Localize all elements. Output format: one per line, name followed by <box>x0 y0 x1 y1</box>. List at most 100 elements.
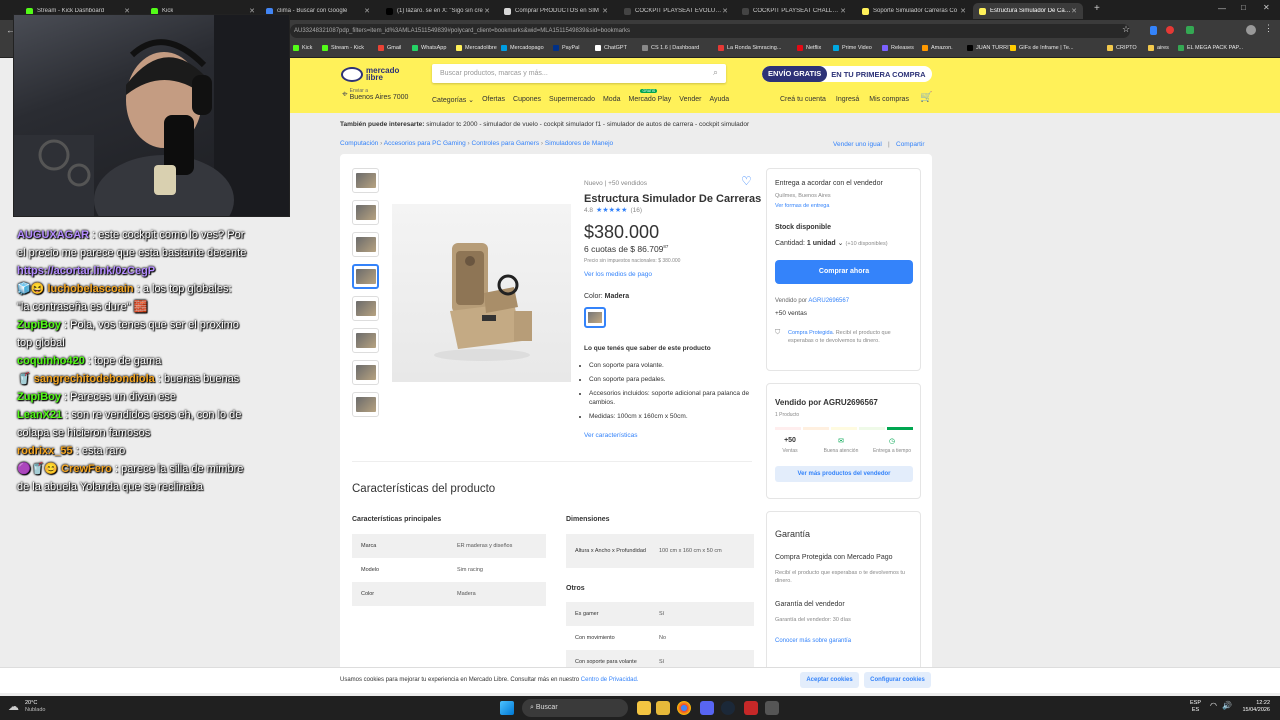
bookmark-item[interactable]: Amazon. <box>922 45 953 51</box>
app-icon[interactable] <box>744 701 758 715</box>
account-link[interactable]: Creá tu cuenta <box>780 96 826 103</box>
extension-icon[interactable] <box>1150 26 1157 35</box>
file-explorer-icon[interactable] <box>637 701 651 715</box>
weather-widget[interactable]: 20°C Nublado <box>25 700 46 714</box>
location-selector[interactable]: ⌖ Enviar a Buenos Aires 7000 <box>342 88 408 101</box>
close-window-icon[interactable]: ✕ <box>1263 3 1270 12</box>
bookmark-item[interactable]: Gmail <box>378 45 401 51</box>
breadcrumb-link[interactable]: Accesorios para PC Gaming <box>384 140 466 147</box>
new-tab-icon[interactable]: + <box>1094 3 1100 14</box>
nav-item[interactable]: Mercado Play GRATIS <box>628 89 671 104</box>
nav-item[interactable]: Supermercado <box>549 96 595 104</box>
image-thumbnail[interactable] <box>352 232 379 257</box>
chat-username[interactable]: luchobelascoain <box>47 283 133 295</box>
delivery-options-link[interactable]: Ver formas de entrega <box>775 203 829 209</box>
nav-item[interactable]: Cupones <box>513 96 541 104</box>
clock[interactable]: 12:22 15/04/2026 <box>1236 700 1270 714</box>
menu-kebab-icon[interactable]: ⋮ <box>1264 23 1273 34</box>
chat-username[interactable]: AUGUXAGAR <box>17 229 89 241</box>
chat-username[interactable]: ZupiBoy <box>17 319 61 331</box>
bookmark-star-icon[interactable]: ☆ <box>1122 24 1130 35</box>
bookmark-item[interactable]: JUAN TURRITO <box>967 45 1016 51</box>
favorite-heart-icon[interactable]: ♡ <box>741 174 752 188</box>
bookmark-item[interactable]: GIFs de Inframe | Te... <box>1010 45 1074 51</box>
image-thumbnail[interactable] <box>352 328 379 353</box>
image-thumbnail[interactable] <box>352 200 379 225</box>
tab-close-icon[interactable]: ✕ <box>484 7 490 15</box>
chat-username[interactable]: ZupiBoy <box>17 391 61 403</box>
image-thumbnail[interactable] <box>352 392 379 417</box>
chat-username[interactable]: LeanX21 <box>17 409 62 421</box>
bookmark-item[interactable]: Mercadopago <box>501 45 544 51</box>
bookmark-item[interactable]: Stream - Kick <box>322 45 364 51</box>
image-thumbnail[interactable] <box>352 168 379 193</box>
breadcrumb-link[interactable]: Computación <box>340 140 378 147</box>
ml-logo[interactable]: mercado libre <box>341 64 411 84</box>
bookmark-item[interactable]: La Ronda Simracing... <box>718 45 781 51</box>
bookmark-item[interactable]: Mercadolibre <box>456 45 497 51</box>
image-thumbnail[interactable] <box>352 360 379 385</box>
nav-item[interactable]: Moda <box>603 96 621 104</box>
seller-link[interactable]: AGRU2696567 <box>808 298 849 304</box>
warranty-more-link[interactable]: Conocer más sobre garantía <box>775 638 851 644</box>
see-features-link[interactable]: Ver características <box>584 432 637 439</box>
bookmark-item[interactable]: WhatsApp <box>412 45 446 51</box>
tab-close-icon[interactable]: ✕ <box>1071 7 1077 15</box>
app-icon[interactable] <box>765 701 779 715</box>
tab-close-icon[interactable]: ✕ <box>602 7 608 15</box>
language-indicator[interactable]: ESP ES <box>1190 700 1201 714</box>
breadcrumb-link[interactable]: Controles para Gamers <box>472 140 540 147</box>
extension-icon[interactable] <box>1166 26 1174 34</box>
configure-cookies-button[interactable]: Configurar cookies <box>864 672 931 688</box>
share-link[interactable]: Compartir <box>896 141 925 148</box>
bookmark-item[interactable]: EL MEGA PACK PAP... <box>1178 45 1243 51</box>
nav-item[interactable]: Vender <box>679 96 701 104</box>
profile-avatar[interactable] <box>1246 25 1256 35</box>
account-link[interactable]: Mis compras <box>869 96 909 103</box>
privacy-center-link[interactable]: Centro de Privacidad. <box>581 677 639 683</box>
account-link[interactable]: Ingresá <box>836 96 859 103</box>
minimize-icon[interactable]: — <box>1218 4 1226 13</box>
payment-methods-link[interactable]: Ver los medios de pago <box>584 271 652 278</box>
search-input[interactable]: Buscar productos, marcas y más... <box>440 70 548 77</box>
tab-close-icon[interactable]: ✕ <box>364 7 370 15</box>
browser-tab[interactable]: COCKPIT PLAYSEAT EVOLUTIO ✕ <box>618 3 734 19</box>
bookmark-item[interactable]: Prime Video <box>833 45 872 51</box>
promo-banner[interactable]: ENVÍO GRATIS EN TU PRIMERA COMPRA <box>762 66 932 82</box>
bookmark-item[interactable]: Netflix <box>797 45 821 51</box>
browser-tab[interactable]: Comprar PRODUCTOS en SIM ✕ <box>498 3 614 19</box>
discord-icon[interactable] <box>700 701 714 715</box>
nav-item[interactable]: Ayuda <box>709 96 729 104</box>
chat-username[interactable]: CrewFero <box>61 463 112 475</box>
chrome-icon[interactable] <box>677 701 691 715</box>
url-field[interactable]: AU33248321087pdp_filters=item_id%3AMLA15… <box>290 24 1130 38</box>
image-thumbnail[interactable] <box>352 296 379 321</box>
browser-tab[interactable]: (1) lázaro. se en X: "Sigo sin cre ✕ <box>380 3 496 19</box>
quantity-selector[interactable]: Cantidad: 1 unidad ⌄ (+10 disponibles) <box>775 239 888 247</box>
bookmark-item[interactable]: PayPal <box>553 45 579 51</box>
weather-cloud-icon[interactable]: ☁ <box>8 700 19 713</box>
buy-now-button[interactable]: Comprar ahora <box>775 260 913 284</box>
bookmark-item[interactable]: CRIPTO <box>1107 45 1137 51</box>
chat-username[interactable]: rodrixx_55 <box>17 445 73 457</box>
browser-tab[interactable]: COCKPIT PLAYSEAT CHALLENG ✕ <box>736 3 852 19</box>
file-manager-icon[interactable] <box>656 701 670 715</box>
more-seller-products-button[interactable]: Ver más productos del vendedor <box>775 466 913 482</box>
bookmark-item[interactable]: Kick <box>293 45 312 51</box>
tab-close-icon[interactable]: ✕ <box>722 7 728 15</box>
maximize-icon[interactable]: □ <box>1241 3 1246 12</box>
browser-tab[interactable]: Estructura Simulador De Carre ✕ <box>973 3 1083 19</box>
search-box[interactable]: Buscar productos, marcas y más... ⌕ <box>432 64 726 83</box>
cart-icon[interactable]: 🛒 <box>920 92 932 103</box>
bookmark-item[interactable]: aires <box>1148 45 1169 51</box>
bookmark-item[interactable]: CS 1.6 | Dashboard <box>642 45 699 51</box>
volume-icon[interactable]: 🔊 <box>1222 701 1232 710</box>
search-icon[interactable]: ⌕ <box>713 67 718 78</box>
extension-icon[interactable] <box>1186 26 1194 34</box>
nav-item[interactable]: Categorías ⌄ <box>432 96 474 104</box>
related-links[interactable]: simulador tc 2000 - simulador de vuelo -… <box>426 121 749 128</box>
nav-item[interactable]: Ofertas <box>482 96 505 104</box>
sell-similar-link[interactable]: Vender uno igual <box>833 141 882 148</box>
product-main-image[interactable] <box>392 204 571 382</box>
tab-close-icon[interactable]: ✕ <box>840 7 846 15</box>
